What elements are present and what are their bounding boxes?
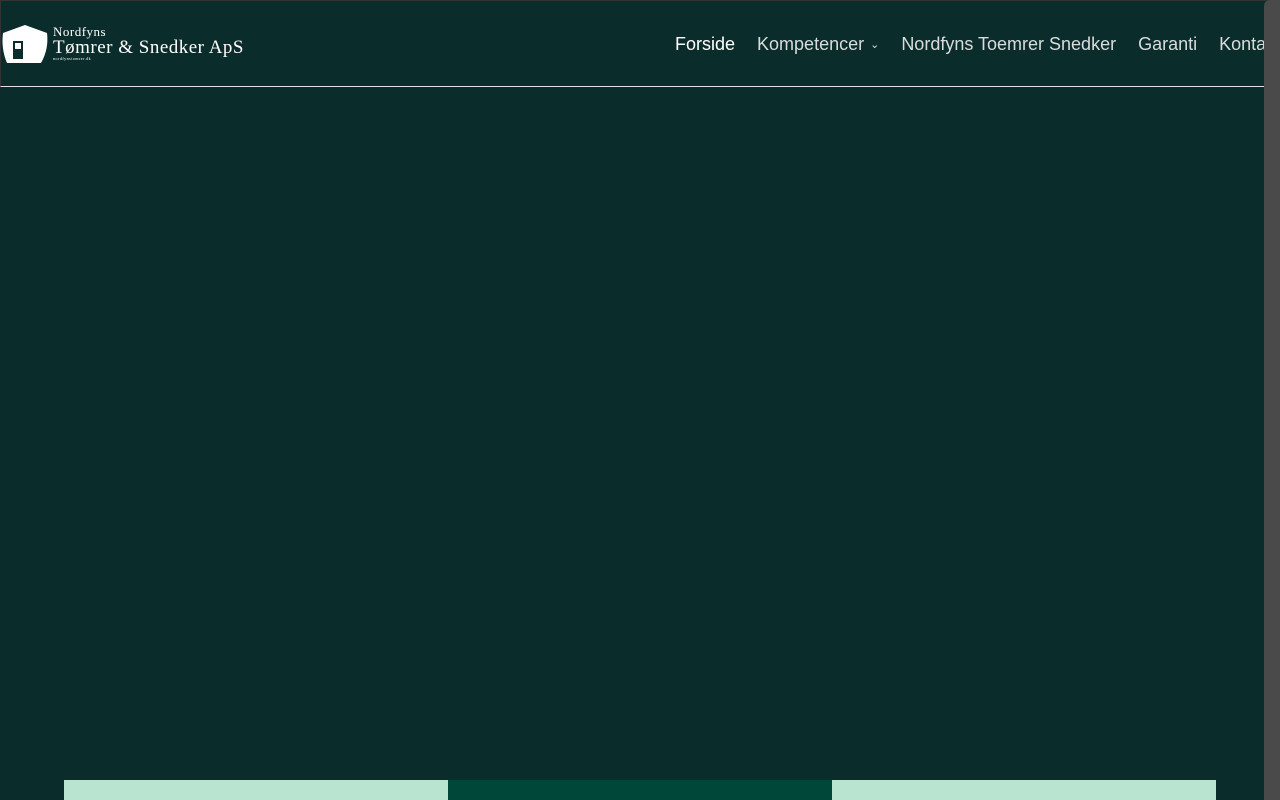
feature-boxes xyxy=(64,780,1216,800)
feature-box xyxy=(832,780,1216,800)
feature-box xyxy=(64,780,448,800)
chevron-down-icon: ⌄ xyxy=(870,39,880,51)
nav-kompetencer[interactable]: Kompetencer ⌄ xyxy=(757,34,879,55)
logo-line2: Tømrer & Snedker ApS xyxy=(53,37,245,58)
scrollbar[interactable] xyxy=(1264,0,1280,800)
nav-forside[interactable]: Forside xyxy=(675,34,735,55)
main-nav: Forside Kompetencer ⌄ Nordfyns Toemrer Sn… xyxy=(675,34,1280,55)
site-header: Nordfyns Tømrer & Snedker ApS nordfynsto… xyxy=(0,0,1280,87)
house-logo-icon xyxy=(2,25,48,63)
nav-nordfyns-toemrer-snedker[interactable]: Nordfyns Toemrer Snedker xyxy=(901,34,1116,55)
site-logo[interactable]: Nordfyns Tømrer & Snedker ApS nordfynsto… xyxy=(1,19,244,67)
nav-label: Kompetencer xyxy=(757,34,865,54)
nav-garanti[interactable]: Garanti xyxy=(1138,34,1197,55)
feature-box xyxy=(448,780,832,800)
